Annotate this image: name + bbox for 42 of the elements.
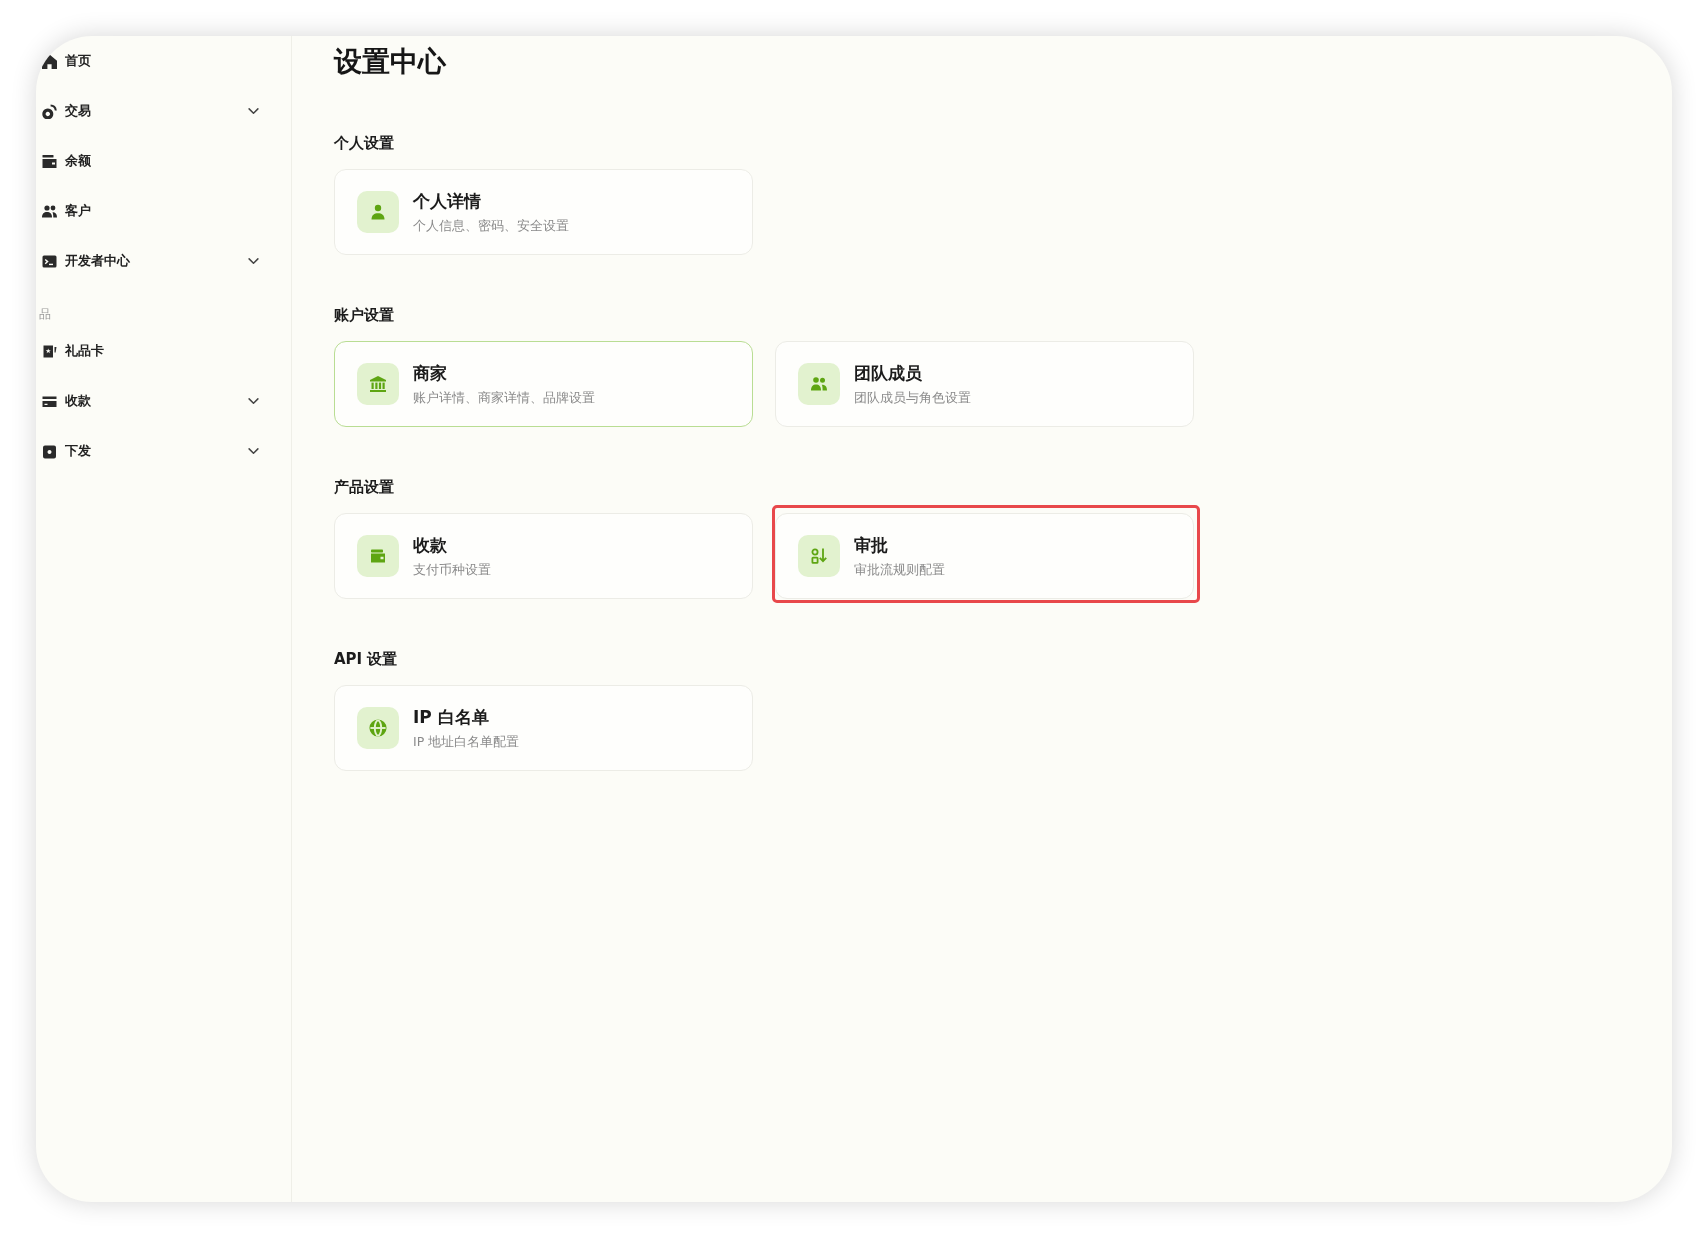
nav-item[interactable]: 交易 bbox=[42, 86, 259, 136]
settings-card[interactable]: 商家 账户详情、商家详情、品牌设置 bbox=[334, 341, 753, 427]
card-title: 商家 bbox=[413, 361, 447, 384]
terminal-icon bbox=[42, 253, 57, 269]
card-description: 个人信息、密码、安全设置 bbox=[413, 216, 569, 235]
nav-item[interactable]: 客户 bbox=[42, 186, 259, 236]
card-title: 审批 bbox=[854, 533, 888, 556]
section-heading: API 设置 bbox=[334, 649, 398, 669]
nav-item[interactable]: 礼品卡 bbox=[42, 326, 259, 376]
users-icon bbox=[798, 363, 840, 405]
nav-item[interactable]: 收款 bbox=[42, 376, 259, 426]
section-heading: 账户设置 bbox=[334, 305, 394, 325]
card-description: 团队成员与角色设置 bbox=[854, 388, 971, 407]
gift-card-icon bbox=[42, 343, 57, 359]
bank-icon bbox=[357, 363, 399, 405]
card-description: 账户详情、商家详情、品牌设置 bbox=[413, 388, 595, 407]
nav-item[interactable]: 首页 bbox=[42, 36, 259, 86]
wallet-icon bbox=[357, 535, 399, 577]
globe-icon bbox=[357, 707, 399, 749]
users-icon bbox=[42, 203, 57, 219]
nav-item[interactable]: 余额 bbox=[42, 136, 259, 186]
card-title: 个人详情 bbox=[413, 189, 481, 212]
settings-card[interactable]: 团队成员 团队成员与角色设置 bbox=[775, 341, 1194, 427]
person-icon bbox=[357, 191, 399, 233]
section-heading: 个人设置 bbox=[334, 133, 394, 153]
nav-item[interactable]: 下发 bbox=[42, 426, 259, 476]
page-title: 设置中心 bbox=[334, 44, 446, 80]
settings-card[interactable]: 收款 支付币种设置 bbox=[334, 513, 753, 599]
nav-item[interactable]: 开发者中心 bbox=[42, 236, 259, 286]
home-icon bbox=[42, 53, 57, 69]
coin-icon bbox=[42, 103, 57, 119]
card-description: 支付币种设置 bbox=[413, 560, 491, 579]
card-title: IP 白名单 bbox=[413, 705, 489, 728]
section-heading: 产品设置 bbox=[334, 477, 394, 497]
settings-card[interactable]: 个人详情 个人信息、密码、安全设置 bbox=[334, 169, 753, 255]
settings-card[interactable]: IP 白名单 IP 地址白名单配置 bbox=[334, 685, 753, 771]
wallet-icon bbox=[42, 153, 57, 169]
card-description: IP 地址白名单配置 bbox=[413, 732, 520, 751]
card-description: 审批流规则配置 bbox=[854, 560, 945, 579]
card-title: 团队成员 bbox=[854, 361, 922, 384]
card-title: 收款 bbox=[413, 533, 447, 556]
sidebar-section-label: 品 bbox=[39, 306, 52, 323]
